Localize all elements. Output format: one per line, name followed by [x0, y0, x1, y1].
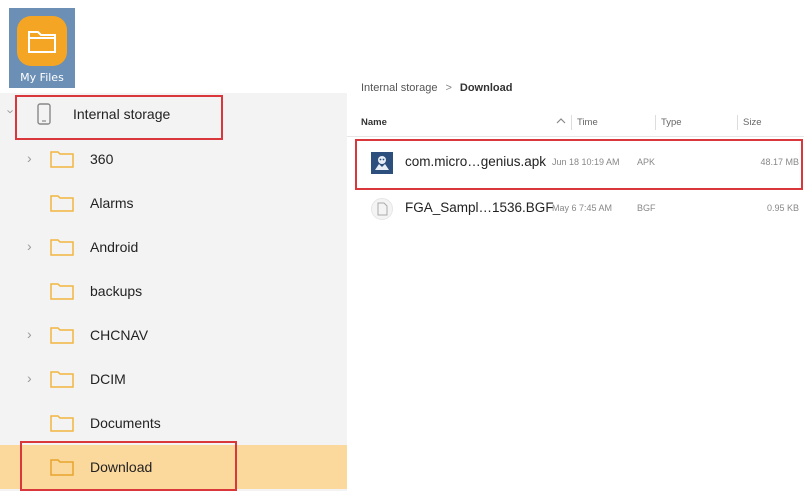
sidebar: › Internal storage › 360 Alarms › Androi…: [0, 93, 347, 491]
sidebar-item-label: 360: [90, 151, 114, 167]
sidebar-item-alarms[interactable]: Alarms: [0, 181, 347, 225]
phone-icon: [37, 103, 51, 130]
sidebar-item-label: backups: [90, 283, 143, 299]
chevron-right-icon[interactable]: ›: [27, 238, 32, 254]
chevron-right-icon[interactable]: ›: [27, 326, 32, 342]
apk-app-icon: [371, 152, 393, 179]
list-header: Name Time Type Size: [347, 110, 804, 137]
folder-icon: [17, 16, 67, 66]
breadcrumb-root[interactable]: Internal storage: [361, 82, 437, 94]
breadcrumb-current: Download: [459, 82, 513, 94]
sidebar-item-chcnav[interactable]: › CHCNAV: [0, 313, 347, 357]
folder-icon: [50, 413, 74, 438]
sidebar-item-label: Internal storage: [73, 106, 171, 122]
my-files-app-icon[interactable]: My Files: [9, 8, 75, 88]
breadcrumb-separator: >: [445, 82, 452, 94]
folder-icon: [50, 457, 74, 482]
sidebar-item-label: Alarms: [90, 195, 134, 211]
folder-icon: [50, 193, 74, 218]
column-name[interactable]: Name: [361, 117, 387, 128]
folder-icon: [50, 149, 74, 174]
column-divider: [571, 115, 572, 130]
file-row-apk[interactable]: com.micro…genius.apk Jun 18 10:19 AM APK…: [347, 141, 804, 187]
sidebar-item-dcim[interactable]: › DCIM: [0, 357, 347, 401]
breadcrumb: Internal storage > Download: [361, 82, 512, 94]
file-time: May 6 7:45 AM: [552, 203, 613, 213]
sidebar-item-label: CHCNAV: [90, 327, 149, 343]
sidebar-item-internal-storage[interactable]: › Internal storage: [0, 93, 347, 137]
sidebar-item-documents[interactable]: Documents: [0, 401, 347, 445]
sidebar-item-label: Android: [90, 239, 139, 255]
column-type[interactable]: Type: [661, 117, 682, 128]
file-size: 0.95 KB: [766, 203, 799, 213]
file-name: FGA_Sampl…1536.BGF: [405, 200, 554, 215]
sidebar-item-label: Documents: [90, 415, 161, 431]
sidebar-item-backups[interactable]: backups: [0, 269, 347, 313]
sidebar-item-360[interactable]: › 360: [0, 137, 347, 181]
file-name: com.micro…genius.apk: [405, 154, 547, 169]
sort-ascending-icon[interactable]: [555, 115, 567, 130]
file-time: Jun 18 10:19 AM: [552, 157, 620, 167]
file-row-bgf[interactable]: FGA_Sampl…1536.BGF May 6 7:45 AM BGF 0.9…: [347, 187, 804, 233]
chevron-right-icon[interactable]: ›: [27, 150, 32, 166]
folder-icon: [50, 281, 74, 306]
file-type: BGF: [637, 203, 656, 213]
document-icon: [371, 198, 393, 225]
sidebar-item-label: Download: [90, 459, 153, 475]
column-size[interactable]: Size: [743, 117, 761, 128]
column-time[interactable]: Time: [577, 117, 598, 128]
sidebar-item-android[interactable]: › Android: [0, 225, 347, 269]
folder-icon: [50, 369, 74, 394]
file-type: APK: [637, 157, 656, 167]
file-size: 48.17 MB: [760, 157, 799, 167]
sidebar-item-label: DCIM: [90, 371, 126, 387]
app-label: My Files: [20, 71, 64, 84]
chevron-right-icon[interactable]: ›: [27, 370, 32, 386]
sidebar-item-download[interactable]: Download: [0, 445, 347, 489]
chevron-down-icon[interactable]: ›: [4, 109, 19, 113]
column-divider: [655, 115, 656, 130]
column-divider: [737, 115, 738, 130]
folder-icon: [50, 237, 74, 262]
folder-icon: [50, 325, 74, 350]
